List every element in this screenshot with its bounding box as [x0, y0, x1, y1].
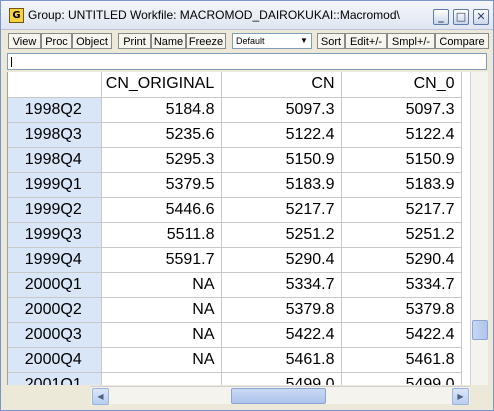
- data-cell[interactable]: 5379.8: [341, 297, 462, 323]
- table-row: 1999Q4 5591.7 5290.4 5290.4: [8, 247, 462, 273]
- table-row: 2000Q3 NA 5422.4 5422.4: [8, 322, 462, 348]
- row-header-date[interactable]: 1998Q4: [8, 147, 102, 173]
- row-header-date[interactable]: 1999Q1: [8, 172, 102, 198]
- table-row: 1998Q2 5184.8 5097.3 5097.3: [8, 97, 462, 123]
- row-header-date[interactable]: 1999Q4: [8, 247, 102, 273]
- data-cell[interactable]: 5499.0: [221, 372, 342, 385]
- group-window: G Group: UNTITLED Workfile: MACROMOD_DAI…: [0, 0, 494, 411]
- data-cell[interactable]: 5461.8: [221, 347, 342, 373]
- horizontal-scrollbar[interactable]: ◀ ▶: [91, 386, 470, 405]
- data-cell[interactable]: 5150.9: [341, 147, 462, 173]
- data-cell[interactable]: 5097.3: [221, 97, 342, 123]
- column-header-cn[interactable]: CN: [221, 72, 342, 98]
- data-cell[interactable]: 5184.8: [101, 97, 222, 123]
- data-cell[interactable]: 5461.8: [341, 347, 462, 373]
- table-row: 2000Q2 NA 5379.8 5379.8: [8, 297, 462, 323]
- data-cell[interactable]: 5251.2: [341, 222, 462, 248]
- data-cell[interactable]: 5379.8: [221, 297, 342, 323]
- text-caret: [11, 57, 12, 67]
- data-cell[interactable]: 5150.9: [221, 147, 342, 173]
- data-cell[interactable]: 5290.4: [341, 247, 462, 273]
- proc-button[interactable]: Proc: [41, 33, 72, 49]
- toolbar: View Proc Object Print Name Freeze Defau…: [1, 30, 493, 52]
- column-header-cn-original[interactable]: CN_ORIGINAL: [101, 72, 222, 98]
- corner-cell[interactable]: [8, 72, 102, 98]
- data-cell[interactable]: NA: [101, 272, 222, 298]
- data-cell[interactable]: 5591.7: [101, 247, 222, 273]
- data-cell[interactable]: 5446.6: [101, 197, 222, 223]
- object-button[interactable]: Object: [72, 33, 112, 49]
- window-title: Group: UNTITLED Workfile: MACROMOD_DAIRO…: [28, 8, 400, 22]
- table-row: 2001Q1 5499.0 5499.0: [8, 372, 462, 385]
- data-cell[interactable]: 5122.4: [341, 122, 462, 148]
- data-cell[interactable]: 5334.7: [221, 272, 342, 298]
- data-cell[interactable]: NA: [101, 297, 222, 323]
- data-cell[interactable]: 5183.9: [221, 172, 342, 198]
- cell-edit-field[interactable]: [7, 53, 487, 70]
- close-button[interactable]: ✕: [473, 9, 489, 25]
- row-header-date[interactable]: 1999Q2: [8, 197, 102, 223]
- data-cell[interactable]: [101, 372, 222, 385]
- freeze-button[interactable]: Freeze: [186, 33, 226, 49]
- data-cell[interactable]: 5251.2: [221, 222, 342, 248]
- spreadsheet-grid[interactable]: CN_ORIGINAL CN CN_0 1998Q2 5184.8 5097.3 50…: [7, 72, 471, 385]
- data-cell[interactable]: 5122.4: [221, 122, 342, 148]
- row-header-date[interactable]: 2000Q4: [8, 347, 102, 373]
- display-format-dropdown[interactable]: Default ▼: [232, 33, 312, 49]
- data-cell[interactable]: NA: [101, 347, 222, 373]
- data-table: CN_ORIGINAL CN CN_0 1998Q2 5184.8 5097.3 50…: [8, 72, 462, 385]
- row-header-date[interactable]: 1998Q3: [8, 122, 102, 148]
- data-cell[interactable]: 5295.3: [101, 147, 222, 173]
- smpl-toggle-button[interactable]: Smpl+/-: [387, 33, 435, 49]
- data-cell[interactable]: 5511.8: [101, 222, 222, 248]
- eviews-group-icon: G: [9, 8, 24, 23]
- table-row: 2000Q1 NA 5334.7 5334.7: [8, 272, 462, 298]
- data-cell[interactable]: 5290.4: [221, 247, 342, 273]
- row-header-date[interactable]: 2000Q1: [8, 272, 102, 298]
- data-cell[interactable]: 5097.3: [341, 97, 462, 123]
- data-cell[interactable]: 5499.0: [341, 372, 462, 385]
- header-row: CN_ORIGINAL CN CN_0: [8, 72, 462, 98]
- size-grip[interactable]: [470, 386, 487, 403]
- data-cell[interactable]: 5217.7: [221, 197, 342, 223]
- horizontal-scroll-thumb[interactable]: [231, 388, 326, 404]
- title-bar[interactable]: G Group: UNTITLED Workfile: MACROMOD_DAI…: [1, 1, 493, 30]
- minimize-button[interactable]: _: [433, 9, 449, 25]
- table-row: 1999Q1 5379.5 5183.9 5183.9: [8, 172, 462, 198]
- data-cell[interactable]: 5334.7: [341, 272, 462, 298]
- table-row: 1998Q3 5235.6 5122.4 5122.4: [8, 122, 462, 148]
- data-cell[interactable]: 5379.5: [101, 172, 222, 198]
- row-header-date[interactable]: 1998Q2: [8, 97, 102, 123]
- chevron-down-icon: ▼: [300, 36, 308, 45]
- view-button[interactable]: View: [8, 33, 41, 49]
- table-row: 2000Q4 NA 5461.8 5461.8: [8, 347, 462, 373]
- sort-button[interactable]: Sort: [317, 33, 345, 49]
- data-cell[interactable]: 5422.4: [221, 322, 342, 348]
- data-cell[interactable]: NA: [101, 322, 222, 348]
- table-row: 1998Q4 5295.3 5150.9 5150.9: [8, 147, 462, 173]
- data-cell[interactable]: 5217.7: [341, 197, 462, 223]
- data-cell[interactable]: 5183.9: [341, 172, 462, 198]
- vertical-scroll-thumb[interactable]: [472, 320, 488, 340]
- row-header-date[interactable]: 2000Q2: [8, 297, 102, 323]
- data-cell[interactable]: 5422.4: [341, 322, 462, 348]
- data-cell[interactable]: 5235.6: [101, 122, 222, 148]
- table-row: 1999Q2 5446.6 5217.7 5217.7: [8, 197, 462, 223]
- scroll-left-arrow-icon[interactable]: ◀: [92, 388, 109, 405]
- edit-toggle-button[interactable]: Edit+/-: [345, 33, 387, 49]
- compare-button[interactable]: Compare: [435, 33, 489, 49]
- column-header-cn-0[interactable]: CN_0: [341, 72, 462, 98]
- display-format-value: Default: [236, 36, 265, 46]
- row-header-date[interactable]: 1999Q3: [8, 222, 102, 248]
- table-row: 1999Q3 5511.8 5251.2 5251.2: [8, 222, 462, 248]
- maximize-button[interactable]: □: [453, 9, 469, 25]
- row-header-date[interactable]: 2001Q1: [8, 372, 102, 385]
- name-button[interactable]: Name: [151, 33, 186, 49]
- scroll-right-arrow-icon[interactable]: ▶: [452, 388, 469, 405]
- row-header-date[interactable]: 2000Q3: [8, 322, 102, 348]
- vertical-scrollbar[interactable]: [470, 72, 488, 385]
- print-button[interactable]: Print: [118, 33, 151, 49]
